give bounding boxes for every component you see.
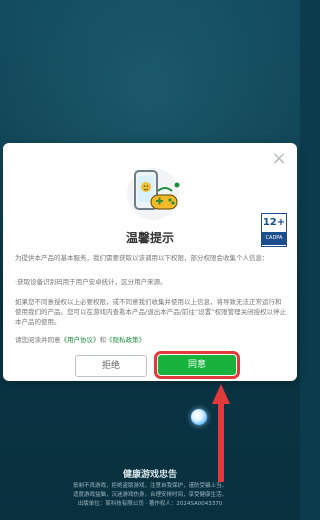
agree-button[interactable]: 同意 [154, 351, 240, 379]
permission-device-id-text: ·获取设备识别码用于用户安卓统计，区分用户来源。 [15, 278, 167, 286]
health-advice-line-1: 抵制不良游戏，拒绝盗版游戏，注意自我保护，谨防受骗上当。 [72, 483, 227, 489]
health-advice-text: 抵制不良游戏，拒绝盗版游戏，注意自我保护，谨防受骗上当。 适度游戏益脑，沉迷游戏… [0, 482, 300, 509]
dialog-title: 温馨提示 [125, 231, 174, 245]
publisher-line: 出版单位：某科技有限公司 · 著作权人：2024SA0043370 [77, 501, 223, 507]
close-icon[interactable]: × [271, 150, 287, 168]
user-agreement-link[interactable]: 《用户协议》 [61, 336, 100, 344]
floating-assistant-orb[interactable] [191, 409, 207, 425]
age-rating-label: CADPA [262, 232, 286, 245]
age-rating-badge: 12+ CADPA [261, 213, 287, 247]
agreement-prompt: 请您阅读并同意《用户协议》和《隐私政策》 [15, 335, 287, 345]
privacy-policy-link[interactable]: 《隐私政策》 [106, 336, 145, 344]
age-rating-number: 12+ [262, 217, 286, 228]
health-advice-line-2: 适度游戏益脑，沉迷游戏伤身，合理安排时间，享受健康生活。 [72, 492, 227, 498]
privacy-dialog: × 温馨提示 12+ CADPA 为提供本产品的基本服务，我们需要获取以该调用以… [3, 143, 297, 381]
permission-refusal-text: 如果您不同意授权以上必要权限，或不同意我们收集并使用以上信息，将导致无法正常运行… [15, 298, 287, 326]
health-advice-title: 健康游戏忠告 [122, 470, 177, 480]
phone-gamepad-illustration [127, 168, 180, 220]
permission-intro-text: 为提供本产品的基本服务，我们需要获取以该调用以下权限，部分权限会收集个人信息： [15, 254, 269, 262]
agreement-prefix: 请您阅读并同意 [15, 336, 61, 344]
reject-button[interactable]: 拒绝 [75, 355, 147, 377]
